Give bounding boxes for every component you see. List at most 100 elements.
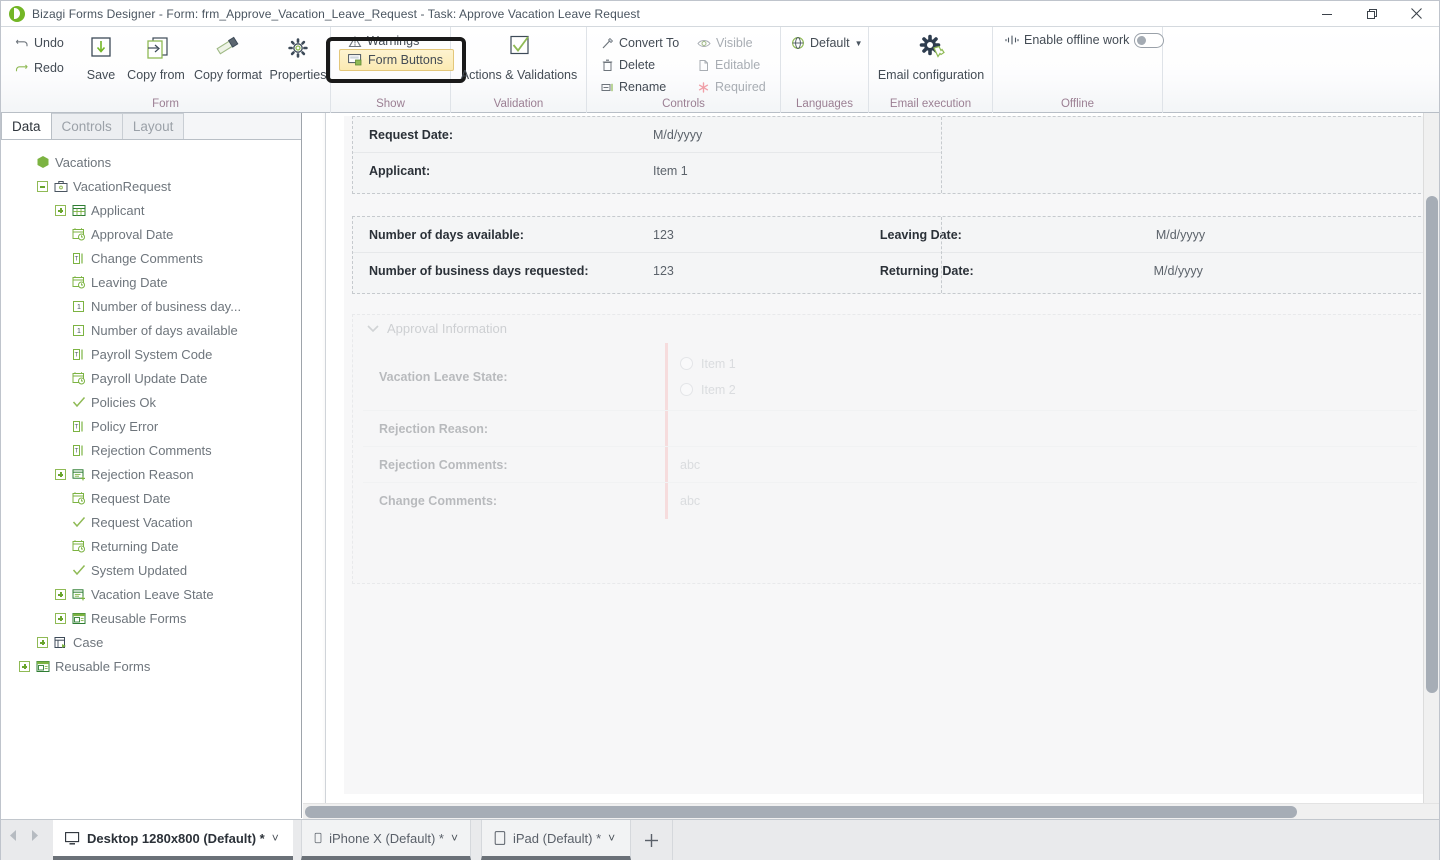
tree-node[interactable]: T Change Comments: [1, 246, 301, 270]
chevron-down-icon[interactable]: ˅: [272, 831, 279, 845]
tree-node[interactable]: T Rejection Comments: [1, 438, 301, 462]
tree-node[interactable]: VacationRequest: [1, 174, 301, 198]
expand-node-icon[interactable]: [37, 636, 48, 648]
delete-button[interactable]: Delete: [597, 54, 659, 76]
device-tab-iphone-label: iPhone X (Default) *: [329, 830, 444, 846]
expand-node-icon[interactable]: [55, 588, 66, 600]
email-configuration-button[interactable]: Email configuration: [869, 27, 993, 82]
tree-node[interactable]: Case: [1, 630, 301, 654]
save-button[interactable]: Save: [79, 27, 123, 82]
field-row-applicant[interactable]: Applicant: Item 1: [353, 153, 941, 189]
vertical-scrollbar-thumb[interactable]: [1426, 196, 1438, 693]
required-toggle[interactable]: Required: [693, 76, 770, 98]
visible-toggle[interactable]: Visible: [693, 32, 757, 54]
tree-node[interactable]: System Updated: [1, 558, 301, 582]
days-available-value[interactable]: 123: [653, 228, 674, 242]
add-device-tab-button[interactable]: [631, 820, 673, 860]
properties-button[interactable]: Properties: [267, 27, 329, 82]
tree-node[interactable]: Policies Ok: [1, 390, 301, 414]
undo-button[interactable]: Undo: [11, 32, 68, 54]
convert-to-button[interactable]: Convert To: [597, 32, 683, 54]
radio-option-item-2[interactable]: Item 2: [680, 383, 736, 397]
rename-button[interactable]: Rename: [597, 76, 670, 98]
rejection-comments-placeholder[interactable]: abc: [668, 458, 700, 472]
trash-icon: [602, 59, 613, 71]
copy-from-button[interactable]: Copy from: [123, 27, 189, 82]
device-tab-bar: Desktop 1280x800 (Default) * ˅ iPhone X …: [1, 819, 1439, 860]
copy-format-button[interactable]: Copy format: [189, 27, 267, 82]
enable-offline-work-row[interactable]: Enable offline work: [1001, 29, 1168, 51]
tree-node[interactable]: 1 Number of days available: [1, 318, 301, 342]
approval-information-header[interactable]: Approval Information: [353, 315, 1425, 341]
check-icon: [71, 395, 86, 410]
horizontal-scrollbar-thumb[interactable]: [305, 806, 1297, 818]
field-row-vacation-leave-state[interactable]: Vacation Leave State: Item 1 Item 2: [363, 343, 1417, 411]
tab-data[interactable]: Data: [1, 112, 52, 139]
redo-button[interactable]: Redo: [11, 57, 68, 79]
canvas-horizontal-scrollbar[interactable]: [303, 803, 1439, 819]
close-icon[interactable]: [1394, 1, 1439, 26]
tree-node[interactable]: Approval Date: [1, 222, 301, 246]
field-row-change-comments[interactable]: Change Comments: abc: [363, 483, 1417, 519]
form-buttons-button[interactable]: Form Buttons: [339, 49, 454, 71]
tree-node-label: Rejection Reason: [91, 466, 194, 482]
field-row-rejection-comments[interactable]: Rejection Comments: abc: [363, 447, 1417, 483]
restore-icon[interactable]: [1349, 1, 1394, 26]
tree-node[interactable]: Request Date: [1, 486, 301, 510]
device-tab-iphone[interactable]: iPhone X (Default) * ˅: [301, 820, 471, 860]
tree-node[interactable]: Reusable Forms: [1, 654, 301, 678]
ribbon-group-controls-label: Controls: [662, 98, 705, 110]
prev-arrow-icon[interactable]: [7, 828, 20, 848]
window-controls: [1304, 1, 1439, 26]
field-row-business-days[interactable]: Number of business days requested: 123 R…: [353, 253, 1427, 289]
change-comments-placeholder[interactable]: abc: [668, 494, 700, 508]
radio-icon[interactable]: [680, 383, 693, 396]
expand-node-icon[interactable]: [55, 612, 66, 624]
tree-node[interactable]: T Policy Error: [1, 414, 301, 438]
expand-node-icon[interactable]: [55, 204, 66, 216]
tree-node[interactable]: Vacation Leave State: [1, 582, 301, 606]
field-row-request-date[interactable]: Request Date: M/d/yyyy: [353, 117, 941, 153]
editable-toggle[interactable]: Editable: [693, 54, 764, 76]
hexagon-green-icon: [35, 155, 50, 170]
leaving-date-value[interactable]: M/d/yyyy: [1156, 228, 1205, 242]
tree-node[interactable]: T Payroll System Code: [1, 342, 301, 366]
request-date-value[interactable]: M/d/yyyy: [653, 128, 702, 142]
minimize-icon[interactable]: [1304, 1, 1349, 26]
tree-node[interactable]: Request Vacation: [1, 510, 301, 534]
next-arrow-icon[interactable]: [28, 828, 41, 848]
business-days-value[interactable]: 123: [653, 264, 674, 278]
expand-node-icon[interactable]: [19, 660, 30, 672]
tree-node[interactable]: 1 Number of business day...: [1, 294, 301, 318]
device-tab-desktop[interactable]: Desktop 1280x800 (Default) * ˅: [53, 820, 293, 860]
tree-node[interactable]: Applicant: [1, 198, 301, 222]
field-row-rejection-reason[interactable]: Rejection Reason:: [363, 411, 1417, 447]
tree-node[interactable]: Vacations: [1, 150, 301, 174]
chevron-down-icon[interactable]: ˅: [608, 831, 615, 845]
offline-signal-icon: [1005, 34, 1019, 45]
canvas-vertical-scrollbar[interactable]: [1423, 113, 1439, 803]
returning-date-value[interactable]: M/d/yyyy: [1154, 264, 1203, 278]
tree-node[interactable]: Payroll Update Date: [1, 366, 301, 390]
tree-node[interactable]: Reusable Forms: [1, 606, 301, 630]
collapse-node-icon[interactable]: [37, 180, 48, 192]
approval-information-section[interactable]: Approval Information Vacation Leave Stat…: [352, 314, 1426, 584]
form-group-top[interactable]: Request Date: M/d/yyyy Applicant: Item 1: [352, 116, 1426, 194]
chevron-down-icon[interactable]: ˅: [451, 831, 458, 845]
tree-node[interactable]: Returning Date: [1, 534, 301, 558]
enable-offline-work-toggle[interactable]: [1134, 32, 1165, 48]
form-group-middle[interactable]: Number of days available: 123 Leaving Da…: [352, 216, 1427, 294]
expand-node-icon[interactable]: [55, 468, 66, 480]
default-language-dropdown[interactable]: Default ▼: [787, 32, 867, 54]
applicant-value[interactable]: Item 1: [653, 164, 688, 178]
tab-layout[interactable]: Layout: [121, 113, 185, 139]
radio-icon[interactable]: [680, 357, 693, 370]
device-tab-ipad[interactable]: iPad (Default) * ˅: [481, 820, 631, 860]
actions-validations-button[interactable]: Actions & Validations: [451, 27, 587, 82]
visible-label: Visible: [716, 36, 753, 50]
tab-controls[interactable]: Controls: [50, 113, 123, 139]
radio-option-item-1[interactable]: Item 1: [680, 357, 736, 371]
tree-node[interactable]: Rejection Reason: [1, 462, 301, 486]
tree-node[interactable]: Leaving Date: [1, 270, 301, 294]
field-row-days-available[interactable]: Number of days available: 123 Leaving Da…: [353, 217, 1427, 253]
